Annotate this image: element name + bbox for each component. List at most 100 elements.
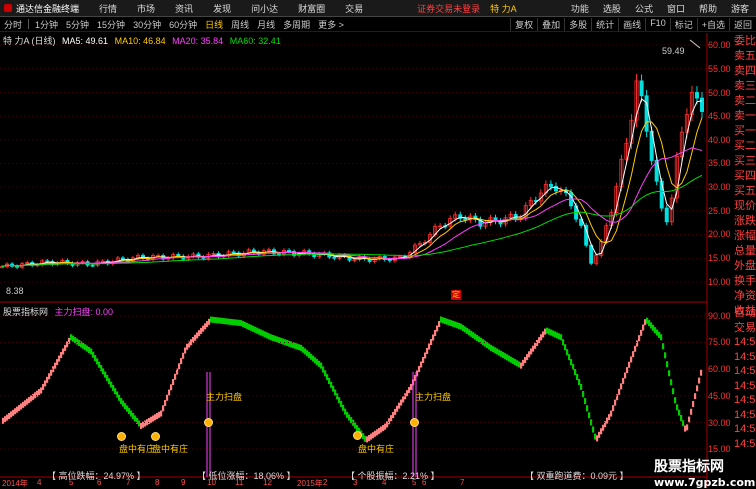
indicator-bar: [40, 387, 43, 394]
indicator-y-tick: 45.00: [708, 391, 731, 401]
indicator-bar: [186, 343, 189, 350]
sidebar-item[interactable]: 卖四: [734, 64, 756, 79]
indicator-bar: [510, 356, 513, 363]
indicator-bar: [152, 415, 155, 422]
sidebar-item[interactable]: 买五: [734, 184, 756, 199]
indicator-bar: [150, 416, 153, 423]
sidebar-item[interactable]: 买三: [734, 154, 756, 169]
indicator-bar: [508, 355, 511, 362]
x-tick-label: 7: [460, 478, 465, 487]
indicator-bar: [520, 362, 523, 369]
sidebar-item[interactable]: 涨跌: [734, 214, 756, 229]
indicator-bar: [170, 384, 173, 391]
y-tick: 20.00: [708, 229, 731, 239]
indicator-bar: [76, 338, 79, 345]
sidebar-item[interactable]: 总量: [734, 244, 756, 259]
sidebar-item[interactable]: 委比: [734, 34, 756, 49]
indicator-bar: [340, 400, 343, 407]
indicator-bar: [190, 339, 193, 346]
indicator-bar: [228, 318, 231, 325]
sidebar-item[interactable]: 涨幅: [734, 229, 756, 244]
indicator-bar: [684, 425, 687, 432]
indicator-bar: [84, 344, 87, 351]
indicator-bar: [34, 392, 37, 399]
indicator-bar: [126, 405, 129, 412]
indicator-bar: [324, 370, 327, 377]
indicator-bar: [694, 393, 697, 400]
indicator-bar: [246, 322, 249, 329]
sidebar-item[interactable]: 净资: [734, 289, 756, 304]
indicator-bar: [102, 368, 105, 375]
indicator-bar: [628, 361, 631, 368]
tick-time: 14:5: [734, 408, 756, 421]
event-badge[interactable]: 定: [451, 290, 461, 300]
indicator-bar: [82, 342, 85, 349]
indicator-bar: [326, 374, 329, 381]
indicator-bar: [418, 365, 421, 372]
indicator-bar: [96, 358, 99, 365]
indicator-bar: [4, 416, 7, 423]
indicator-bar: [616, 394, 619, 401]
candle-body: [644, 95, 649, 132]
indicator-bar: [120, 398, 123, 405]
sidebar-item[interactable]: 外盘: [734, 259, 756, 274]
indicator-bar: [10, 411, 13, 418]
indicator-bar: [354, 422, 357, 429]
indicator-bar: [648, 320, 651, 327]
indicator-bar: [256, 327, 259, 334]
sidebar-item[interactable]: 卖五: [734, 49, 756, 64]
indicator-y-tick: 30.00: [708, 418, 731, 428]
indicator-bar: [92, 351, 95, 358]
indicator-name[interactable]: 股票指标网: [3, 307, 48, 317]
indicator-bar: [522, 359, 525, 366]
sidebar-item[interactable]: 买一: [734, 124, 756, 139]
sidebar-item[interactable]: 买二: [734, 139, 756, 154]
tick-time: 14:5: [734, 365, 756, 377]
indicator-bar: [450, 320, 453, 327]
indicator-bar: [432, 334, 435, 341]
indicator-bar: [38, 389, 41, 396]
indicator-bar: [200, 327, 203, 334]
x-tick-label: 5: [412, 478, 417, 487]
indicator-bar: [422, 356, 425, 363]
indicator-bar: [220, 317, 223, 324]
indicator-bar: [682, 420, 685, 427]
indicator-bar: [462, 325, 465, 332]
indicator-bar: [48, 373, 51, 380]
indicator-bar: [678, 409, 681, 416]
indicator-bar: [46, 376, 49, 383]
candle-body: [694, 92, 699, 99]
trade-ticker-sidebar: 自动 交易 14:5 14:5 14:5 14:5 14:5 14:5 14:5…: [734, 306, 756, 451]
indicator-bar: [192, 336, 195, 343]
indicator-bar: [214, 317, 217, 324]
indicator-bar: [56, 359, 59, 366]
indicator-bar: [600, 428, 603, 435]
sidebar-item[interactable]: 买四: [734, 169, 756, 184]
indicator-bar: [58, 355, 61, 362]
sidebar-item[interactable]: 卖一: [734, 109, 756, 124]
sidebar-item[interactable]: 卖三: [734, 79, 756, 94]
signal-coin-icon: [117, 432, 126, 441]
indicator-bar: [596, 435, 599, 442]
indicator-bar: [566, 349, 569, 356]
indicator-bar: [400, 399, 403, 406]
indicator-bar: [322, 366, 325, 373]
indicator-bar: [620, 383, 623, 390]
indicator-bar: [100, 365, 103, 372]
indicator-bar: [676, 404, 679, 411]
indicator-bar: [662, 343, 665, 350]
sidebar-item[interactable]: 交易: [734, 321, 756, 336]
indicator-bar: [60, 352, 63, 359]
indicator-bar: [498, 349, 501, 356]
sidebar-item[interactable]: 换手: [734, 274, 756, 289]
sidebar-item[interactable]: 现价: [734, 199, 756, 214]
sidebar-item[interactable]: 卖二: [734, 94, 756, 109]
indicator-bar: [232, 319, 235, 326]
indicator-bar: [130, 410, 133, 417]
indicator-bar: [482, 339, 485, 346]
watermark-logo: 股票指标网 www.7gpzb.com: [654, 456, 755, 489]
indicator-bar: [140, 422, 143, 429]
sidebar-item[interactable]: 自动: [734, 306, 756, 321]
indicator-bar: [548, 328, 551, 335]
indicator-bar: [134, 415, 137, 422]
